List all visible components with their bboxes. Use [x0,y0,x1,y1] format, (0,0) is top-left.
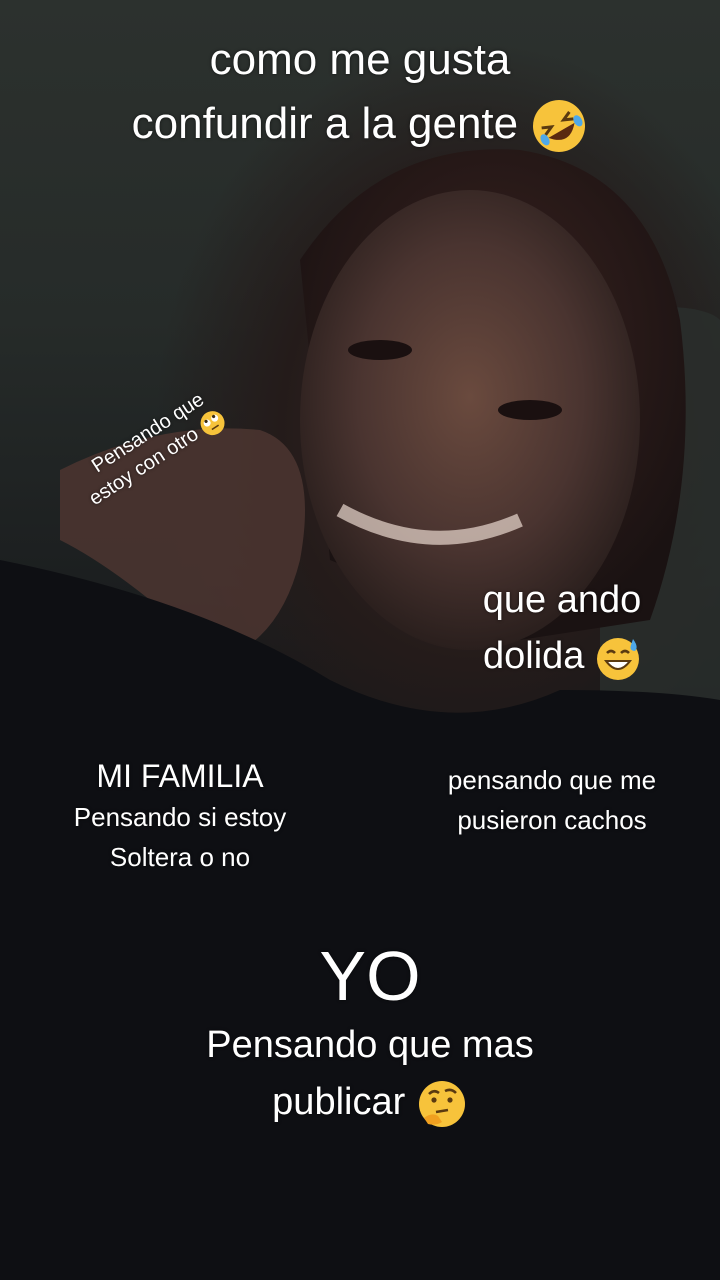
top-caption-line1: como me gusta [209,35,511,84]
video-frame: como me gusta confundir a la gente Pensa… [0,0,720,1280]
top-caption-line2: confundir a la gente [60,92,660,156]
thinking-face-icon [418,1080,465,1127]
grinning-face-with-sweat-icon [596,637,639,680]
family-caption-line2: Soltera o no [109,842,251,872]
yo-caption-title: YO [319,937,421,1015]
family-caption-line1: Pensando si estoy [73,802,287,832]
yo-caption-line2: publicar [160,1073,580,1131]
right-caption-line1: que ando [482,579,642,621]
family-caption: MI FAMILIA Pensando si estoy Soltera o n… [40,755,320,877]
right-caption: que ando dolida [452,572,672,684]
cachos-caption-line1: pensando que me [447,765,657,795]
top-caption: como me gusta confundir a la gente [60,28,660,156]
right-caption-line2: dolida [452,628,672,684]
cachos-caption: pensando que me pusieron cachos [412,760,692,840]
cachos-caption-line2: pusieron cachos [457,805,647,835]
yo-caption-line1: Pensando que mas [206,1024,534,1066]
yo-caption: YO Pensando que mas publicar [160,935,580,1131]
rolling-on-floor-laughing-icon [533,100,586,153]
family-caption-title: MI FAMILIA [96,758,264,794]
